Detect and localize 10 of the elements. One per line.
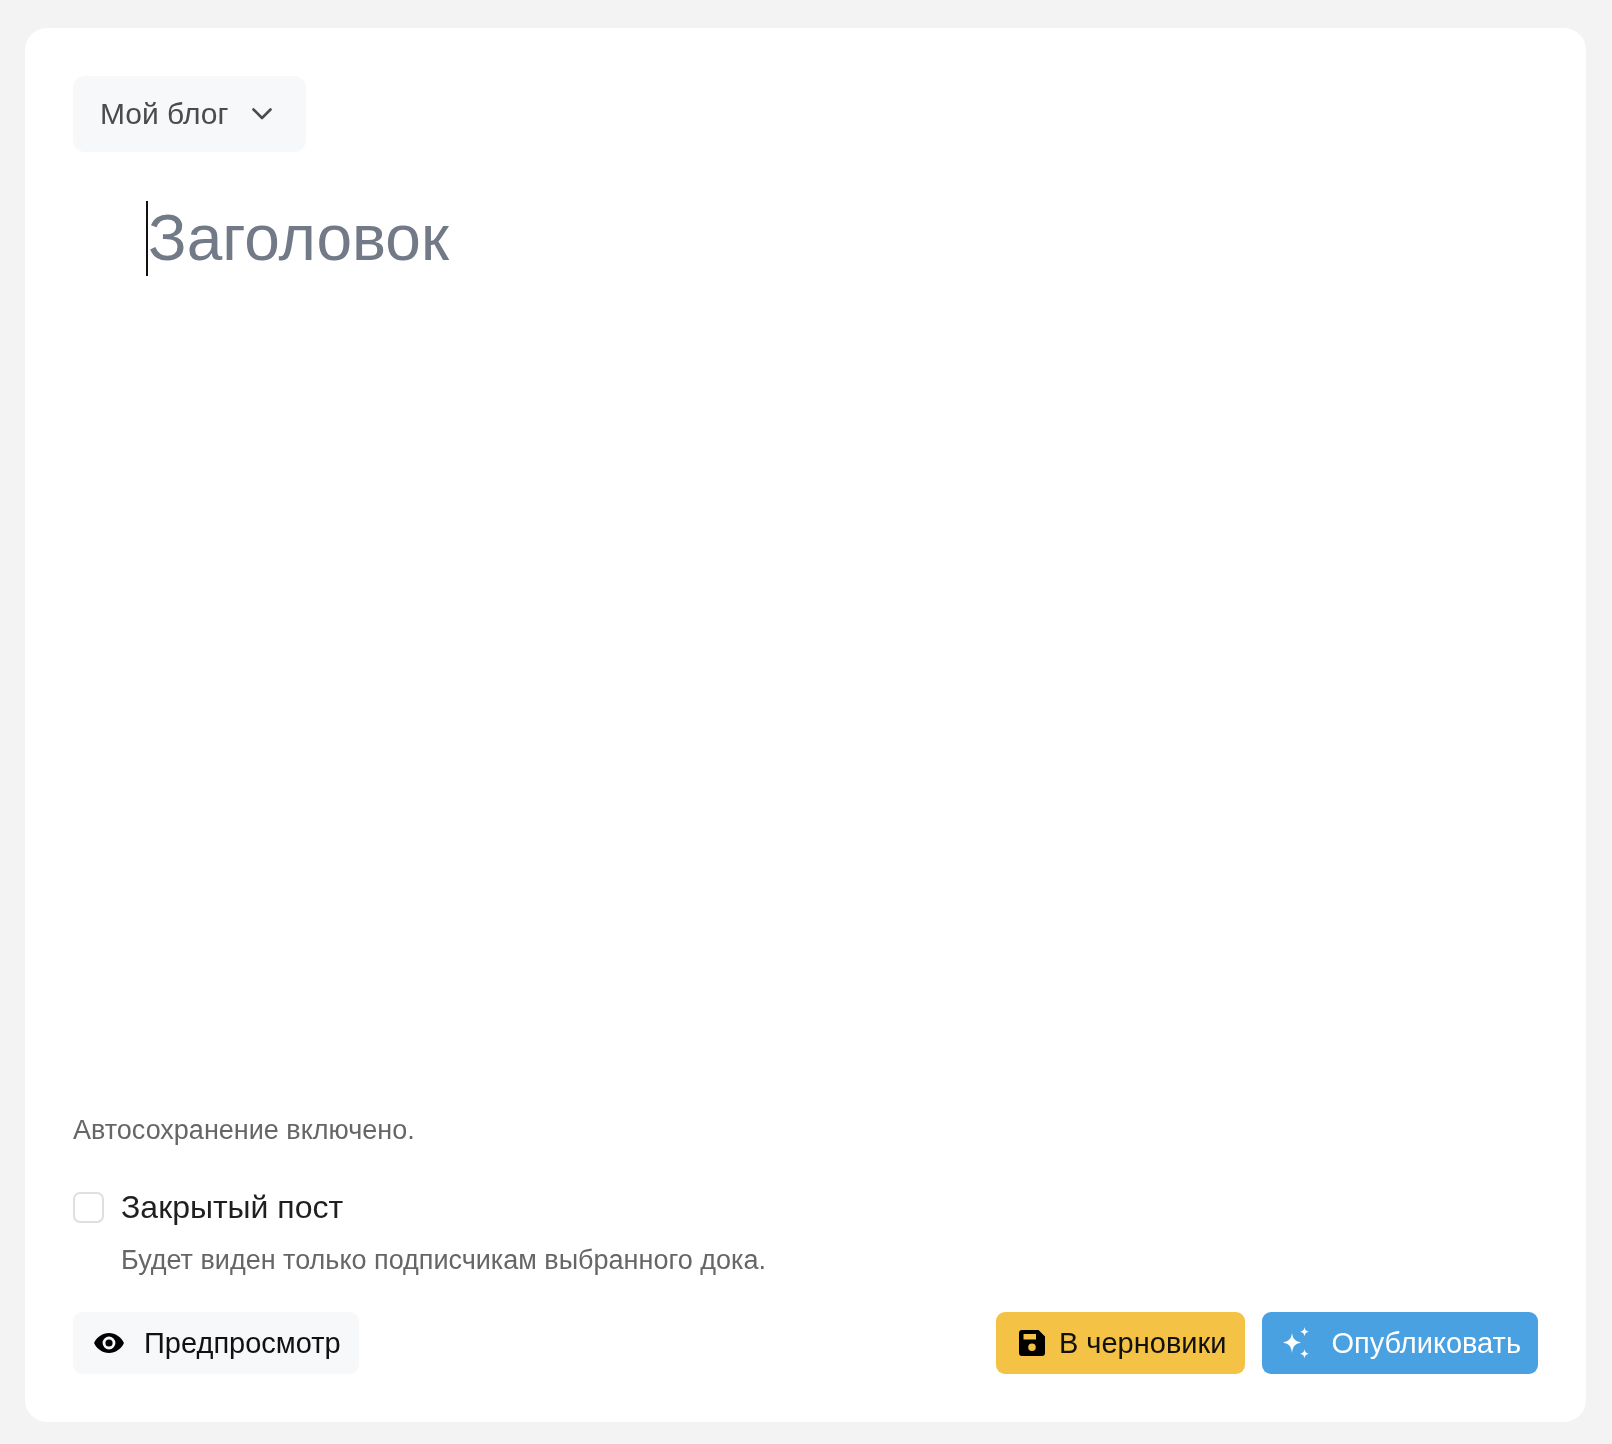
preview-button[interactable]: Предпросмотр — [73, 1312, 359, 1374]
private-post-hint: Будет виден только подписчикам выбранного дока. — [121, 1244, 766, 1277]
blog-dropdown[interactable]: Мой блог — [73, 76, 307, 152]
autosave-note: Автосохранение включено. — [73, 1114, 415, 1147]
title-field[interactable]: Заголовок — [148, 200, 1538, 277]
chevron-down-icon — [252, 108, 273, 120]
private-post-label[interactable]: Закрытый пост — [121, 1187, 344, 1227]
private-post-checkbox[interactable] — [73, 1191, 104, 1223]
save-draft-button[interactable]: В черновики — [995, 1312, 1246, 1374]
eye-icon — [94, 1333, 124, 1353]
